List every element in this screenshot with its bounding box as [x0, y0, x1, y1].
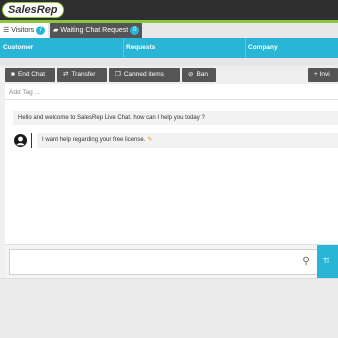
ban-label: Ban: [196, 71, 209, 78]
tab-visitors-label: Visitors: [11, 27, 35, 34]
tab-visitors[interactable]: ☰ Visitors 7: [0, 23, 48, 38]
top-bar: SalesRep: [0, 0, 338, 20]
end-chat-button[interactable]: ■ End Chat: [5, 68, 55, 82]
tab-waiting-chat-request[interactable]: ▰ Waiting Chat Request 0: [50, 23, 142, 38]
visitors-count-badge: 7: [36, 25, 46, 35]
copy-icon: ❐: [115, 71, 121, 78]
column-requests[interactable]: Requests: [126, 38, 155, 58]
column-customer[interactable]: Customer: [3, 38, 33, 58]
visitor-message-text: I want help regarding your free license.: [42, 137, 146, 143]
message-divider: [31, 133, 32, 148]
transfer-arrows-icon: ⇄: [63, 71, 69, 78]
spacer-bar: [0, 58, 338, 66]
visitor-message: I want help regarding your free license.…: [37, 133, 338, 148]
tabs-row: ☰ Visitors 7 ▰ Waiting Chat Request 0: [0, 23, 338, 38]
column-divider: [123, 38, 124, 58]
column-company[interactable]: Company: [248, 38, 278, 58]
column-header: Customer Requests Company: [0, 38, 338, 58]
page-footer: [0, 278, 338, 338]
transfer-label: Transfer: [71, 71, 96, 78]
compose-area: ⚲ Tl: [5, 244, 338, 279]
visitor-avatar-icon: [14, 134, 27, 147]
add-tag-input[interactable]: Add Tag ...: [5, 86, 338, 100]
end-chat-label: End Chat: [17, 71, 46, 78]
list-icon: ☰: [3, 27, 10, 34]
transfer-button[interactable]: ⇄ Transfer: [57, 68, 107, 82]
send-button[interactable]: Tl: [317, 245, 338, 279]
tab-waiting-label: Waiting Chat Request: [60, 27, 129, 34]
send-label: Tl: [323, 258, 329, 265]
message-input[interactable]: [9, 249, 321, 275]
chat-bubbles-icon: ▰: [53, 27, 59, 34]
paperclip-icon[interactable]: ⚲: [299, 255, 313, 269]
ban-button[interactable]: ⊘ Ban: [182, 68, 216, 82]
salesrep-logo[interactable]: SalesRep: [2, 2, 64, 18]
waiting-count-badge: 0: [130, 25, 140, 35]
canned-items-button[interactable]: ❐ Canned items: [109, 68, 180, 82]
agent-message: Hello and welcome to SalesRep Live Chat.…: [13, 111, 338, 125]
invite-button[interactable]: + Invi: [308, 68, 338, 82]
chat-panel: ■ End Chat ⇄ Transfer ❐ Canned items ⊘ Ban +…: [5, 66, 338, 279]
column-divider: [245, 38, 246, 58]
canned-items-label: Canned items: [123, 71, 164, 78]
pencil-icon: ✎: [147, 137, 153, 143]
stop-icon: ■: [11, 71, 15, 78]
chat-toolbar: ■ End Chat ⇄ Transfer ❐ Canned items ⊘ Ban +…: [5, 66, 338, 84]
invite-label: + Invi: [314, 71, 330, 78]
ban-icon: ⊘: [188, 71, 194, 78]
